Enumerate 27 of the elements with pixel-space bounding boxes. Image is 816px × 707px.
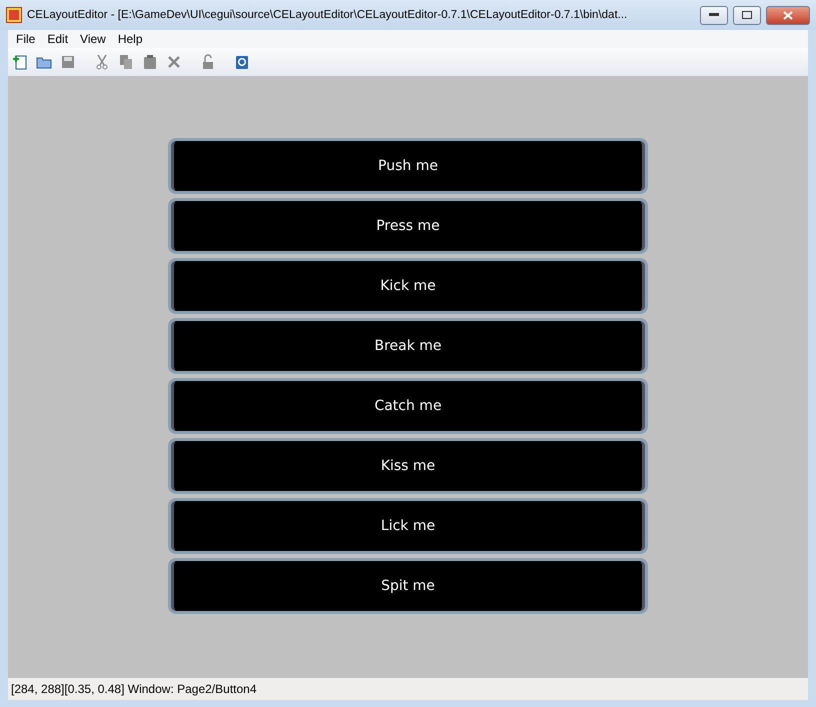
new-file-icon	[12, 54, 28, 70]
maximize-button[interactable]	[733, 6, 761, 24]
menu-item[interactable]: File	[10, 32, 42, 46]
maximize-icon	[742, 11, 752, 19]
close-icon	[783, 10, 793, 20]
canvas-button[interactable]: Kick me	[168, 258, 648, 314]
close-button[interactable]	[766, 6, 810, 24]
canvas-button[interactable]: Press me	[168, 198, 648, 254]
canvas-button[interactable]: Lick me	[168, 498, 648, 554]
copy-icon	[118, 54, 134, 70]
cross-icon	[166, 54, 182, 70]
canvas-button[interactable]: Spit me	[168, 558, 648, 614]
menu-item[interactable]: Edit	[41, 32, 74, 46]
padlock-icon	[200, 54, 216, 70]
app-icon	[6, 7, 22, 23]
scissors-icon	[94, 54, 110, 70]
minimize-button[interactable]	[700, 6, 728, 24]
status-text: [284, 288][0.35, 0.48] Window: Page2/Button4	[11, 682, 257, 696]
canvas-button[interactable]: Push me	[168, 138, 648, 194]
menu-item[interactable]: View	[74, 32, 112, 46]
window-title: CELayoutEditor - [E:\GameDev\UI\cegui\source\CELayoutEditor\CELayoutEditor-0.7.1\CELayoutEditor-0.7.1\bin\dat...	[27, 9, 628, 21]
minimize-icon	[709, 13, 719, 17]
menu-item[interactable]: Help	[112, 32, 149, 46]
clipboard-icon	[142, 54, 158, 70]
canvas-button[interactable]: Catch me	[168, 378, 648, 434]
canvas-button[interactable]: Kiss me	[168, 438, 648, 494]
canvas-button[interactable]: Break me	[168, 318, 648, 374]
